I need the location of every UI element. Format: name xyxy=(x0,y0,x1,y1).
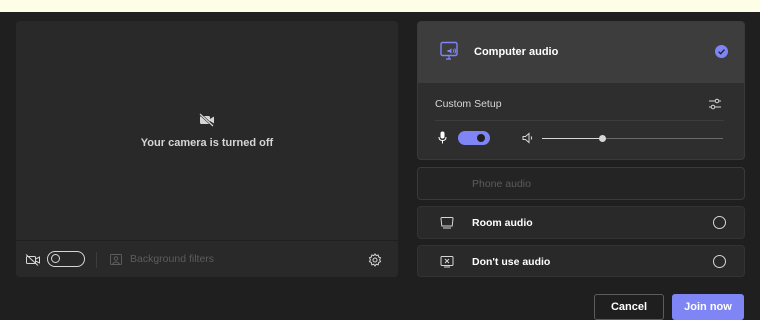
join-now-button[interactable]: Join now xyxy=(672,294,744,320)
camera-off-message: Your camera is turned off xyxy=(140,137,274,149)
cancel-button[interactable]: Cancel xyxy=(594,294,664,320)
room-audio-radio[interactable] xyxy=(713,216,726,229)
video-preview-area: Your camera is turned off xyxy=(16,21,398,239)
microphone-toggle-knob xyxy=(477,134,485,142)
no-audio-option[interactable]: Don't use audio xyxy=(417,245,745,277)
video-preview-panel: Your camera is turned off Background fil… xyxy=(16,21,398,277)
background-filters-button[interactable]: Background filters xyxy=(130,253,214,265)
camera-toggle[interactable] xyxy=(47,251,85,267)
screen-x-icon xyxy=(440,256,454,268)
pre-join-screen: Your camera is turned off Background fil… xyxy=(0,12,760,320)
volume-slider-thumb[interactable] xyxy=(598,135,606,142)
microphone-icon xyxy=(438,131,447,144)
toolbar-divider xyxy=(96,252,97,268)
sliders-icon[interactable] xyxy=(708,98,722,110)
custom-setup-divider xyxy=(435,120,724,121)
phone-audio-label: Phone audio xyxy=(472,178,531,190)
speaker-icon xyxy=(522,132,533,144)
no-audio-label: Don't use audio xyxy=(472,256,551,268)
volume-slider-fill xyxy=(542,138,602,139)
camera-toggle-knob xyxy=(51,254,60,263)
no-audio-radio[interactable] xyxy=(713,255,726,268)
room-audio-option[interactable]: Room audio xyxy=(417,206,745,239)
computer-audio-label: Computer audio xyxy=(474,46,559,58)
gear-icon[interactable] xyxy=(368,253,382,267)
room-audio-label: Room audio xyxy=(472,217,533,229)
microphone-toggle[interactable] xyxy=(458,131,490,145)
video-toolbar: Background filters xyxy=(16,240,398,277)
video-off-icon xyxy=(199,113,214,127)
custom-setup-label: Custom Setup xyxy=(435,98,502,110)
computer-audio-header[interactable]: Computer audio xyxy=(418,22,744,83)
phone-audio-option: Phone audio xyxy=(417,167,745,200)
computer-audio-option[interactable]: Computer audio Custom Setup xyxy=(417,21,745,160)
volume-slider[interactable] xyxy=(542,135,723,142)
checkmark-circle-icon xyxy=(715,45,728,58)
monitor-speaker-icon xyxy=(440,41,458,60)
background-effects-icon xyxy=(110,254,122,265)
camera-off-icon xyxy=(25,254,40,266)
room-monitor-icon xyxy=(440,217,454,229)
